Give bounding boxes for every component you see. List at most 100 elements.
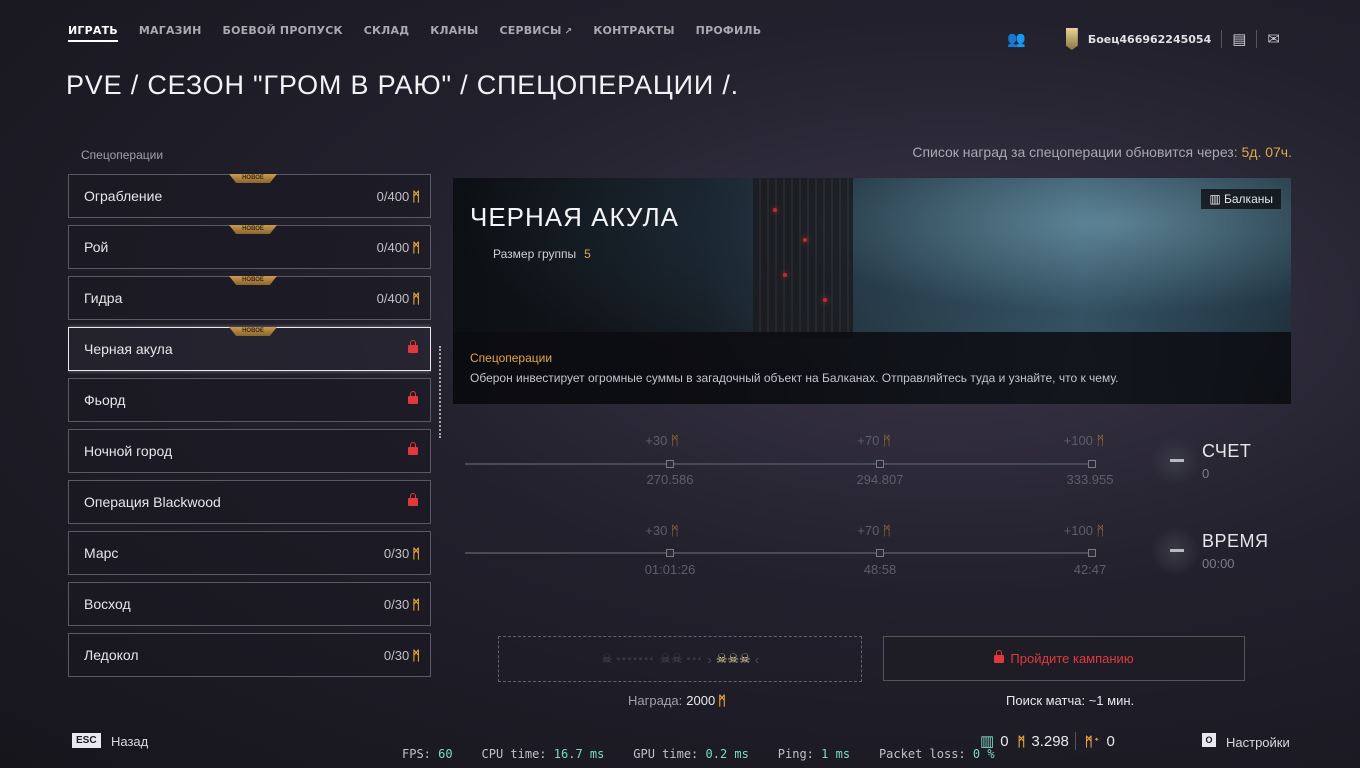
new-badge: НОВОЕ	[229, 276, 277, 285]
time-bonus: +30 ᛗ	[645, 523, 679, 538]
score-bonus: +100 ᛗ	[1063, 433, 1105, 448]
score-bonus: +70 ᛗ	[857, 433, 891, 448]
group-size-label: Размер группы	[493, 247, 577, 261]
divider	[1074, 732, 1076, 750]
mission-name: Ледокол	[84, 647, 139, 663]
mission-item[interactable]: Марс 0/30 ᛗ	[68, 531, 431, 575]
mission-item[interactable]: НОВОЕ Черная акула	[68, 327, 431, 371]
gpu-time: 0.2 ms	[705, 747, 749, 761]
time-node	[666, 549, 674, 557]
score-threshold: 294.807	[856, 472, 904, 487]
cpu-time: 16.7 ms	[553, 747, 605, 761]
mission-item[interactable]: Восход 0/30 ᛗ	[68, 582, 431, 626]
divider: ▪▪▪	[686, 653, 704, 665]
mission-item[interactable]: НОВОЕ Ограбление 0/400 ᛗ	[68, 174, 431, 218]
mission-category: Спецоперации	[470, 351, 553, 365]
mission-progress: 0/400	[376, 188, 410, 204]
score-emblem-icon	[1150, 436, 1200, 486]
difficulty-selector[interactable]: ☠ ▪▪▪▪▪▪▪ ☠☠ ▪▪▪ › ☠☠☠ ‹	[498, 636, 862, 682]
mission-name: Гидра	[84, 290, 123, 306]
mission-item[interactable]: Ледокол 0/30 ᛗ	[68, 633, 431, 677]
mail-icon[interactable]: ✉	[1267, 30, 1280, 48]
new-badge: НОВОЕ	[229, 327, 277, 336]
settings-button[interactable]: Настройки	[1226, 735, 1290, 750]
crown-icon: ᛗ	[879, 523, 891, 538]
score-node	[1088, 460, 1096, 468]
bonus-crowns-value: 0	[1106, 732, 1115, 750]
external-link-icon: ↗	[564, 27, 573, 37]
top-right-bar: 👥 Боец466962245054 ▤ ✉	[1007, 28, 1280, 50]
time-node	[1088, 549, 1096, 557]
mission-item[interactable]: Фьорд	[68, 378, 431, 422]
rank-icon	[1065, 28, 1078, 50]
skull-icon: ☠☠	[659, 651, 683, 666]
time-bonus: +100 ᛗ	[1063, 523, 1105, 538]
crown-plus-icon: ᛗ⁺	[1084, 733, 1101, 749]
list-scrollbar[interactable]	[439, 346, 444, 438]
banner-art	[753, 178, 853, 338]
time-value: 00:00	[1202, 556, 1235, 571]
score-label: СЧЕТ	[1202, 441, 1252, 461]
mission-name: Черная акула	[84, 341, 173, 357]
settings-key-icon[interactable]: O	[1202, 733, 1216, 747]
mission-progress: 0/400	[376, 239, 410, 255]
map-name: Балканы	[1224, 192, 1273, 206]
mission-progress: 0/30	[383, 596, 410, 612]
time-node	[876, 549, 884, 557]
crown-icon: ᛗ	[879, 433, 891, 448]
nav-play[interactable]: ИГРАТЬ	[68, 24, 118, 42]
mission-item[interactable]: НОВОЕ Рой 0/400 ᛗ	[68, 225, 431, 269]
breadcrumb: PVE / СЕЗОН "ГРОМ В РАЮ" / СПЕЦОПЕРАЦИИ …	[66, 70, 739, 100]
arrow-right-icon: ›	[707, 651, 712, 667]
skull-icon: ☠	[600, 651, 613, 666]
crown-icon: ᛗ	[1017, 733, 1026, 749]
complete-campaign-button[interactable]: Пройдите кампанию	[883, 636, 1245, 681]
crown-icon: ᛗ	[718, 693, 726, 708]
score-threshold: 333.955	[1066, 472, 1114, 487]
refresh-note: Список наград за спецоперации обновится …	[912, 144, 1292, 160]
map-tag: ▥ Балканы	[1201, 189, 1281, 209]
mission-banner: ЧЕРНАЯ АКУЛА Размер группы 5 ▥ Балканы Сп…	[453, 178, 1291, 404]
chat-icon[interactable]: ▤	[1232, 30, 1246, 48]
top-nav: ИГРАТЬ МАГАЗИН БОЕВОЙ ПРОПУСК СКЛАД КЛАН…	[68, 24, 782, 42]
time-label: ВРЕМЯ	[1202, 531, 1269, 551]
score-track-line	[465, 463, 1095, 465]
mission-progress: 0/30	[383, 647, 410, 663]
crown-icon: ᛗ	[412, 188, 420, 204]
friends-icon[interactable]: 👥	[1007, 30, 1026, 48]
crown-icon: ᛗ	[412, 596, 420, 612]
reward-label: Награда:	[628, 693, 683, 708]
crown-icon: ᛗ	[667, 433, 679, 448]
nav-profile[interactable]: ПРОФИЛЬ	[696, 24, 762, 42]
mission-item[interactable]: НОВОЕ Гидра 0/400 ᛗ	[68, 276, 431, 320]
lock-icon	[408, 340, 418, 353]
perf-stats: FPS: 60 CPU time: 16.7 ms GPU time: 0.2 …	[402, 747, 995, 761]
mission-name: Ограбление	[84, 188, 163, 204]
mission-name: Операция Blackwood	[84, 494, 221, 510]
currency-bar: ▥ 0 ᛗ 3.298 ᛗ⁺ 0	[980, 732, 1115, 750]
crown-icon: ᛗ	[412, 290, 420, 306]
back-button[interactable]: Назад	[111, 734, 148, 749]
nav-services[interactable]: СЕРВИСЫ ↗	[499, 24, 572, 42]
lock-icon	[994, 649, 1005, 663]
mission-name: Марс	[84, 545, 119, 561]
mission-item[interactable]: Операция Blackwood	[68, 480, 431, 524]
time-threshold: 42:47	[1073, 562, 1107, 577]
nav-clans[interactable]: КЛАНЫ	[430, 24, 478, 42]
time-threshold: 01:01:26	[644, 562, 696, 577]
lock-icon	[408, 442, 418, 455]
ping: 1 ms	[821, 747, 851, 761]
score-value: 0	[1202, 466, 1210, 481]
mission-info: Спецоперации Оберон инвестирует огромные…	[453, 332, 1291, 404]
username[interactable]: Боец466962245054	[1088, 33, 1211, 46]
campaign-button-label: Пройдите кампанию	[1010, 651, 1134, 666]
mission-item[interactable]: Ночной город	[68, 429, 431, 473]
nav-storage[interactable]: СКЛАД	[364, 24, 410, 42]
score-node	[666, 460, 674, 468]
nav-battle-pass[interactable]: БОЕВОЙ ПРОПУСК	[223, 24, 343, 42]
mission-title: ЧЕРНАЯ АКУЛА	[470, 202, 679, 232]
esc-key-icon[interactable]: ESC	[72, 733, 101, 748]
nav-shop[interactable]: МАГАЗИН	[139, 24, 202, 42]
credits-icon: ▥	[980, 733, 995, 750]
nav-contracts[interactable]: КОНТРАКТЫ	[593, 24, 674, 42]
